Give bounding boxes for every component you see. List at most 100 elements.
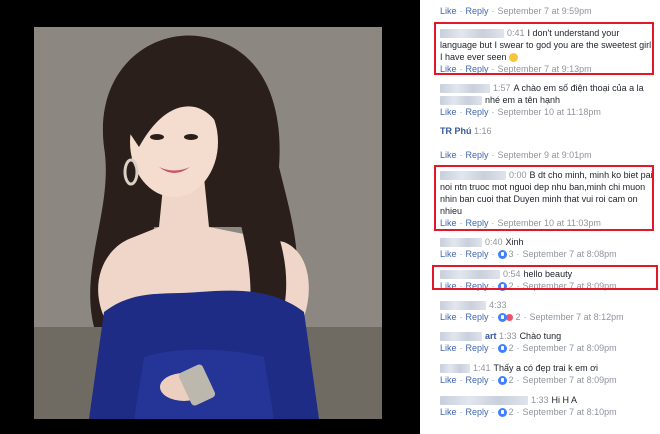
- separator-dot: ·: [491, 107, 495, 117]
- separator-dot: ·: [491, 249, 495, 259]
- comment-date[interactable]: September 7 at 8:12pm: [530, 312, 624, 322]
- comment-timestamp[interactable]: 1:33: [531, 395, 549, 405]
- comments-panel: Like · Reply · September 7 at 9:59pm 0:41 I d…: [420, 0, 660, 434]
- highlight-box: [432, 265, 658, 290]
- blurred-author-name[interactable]: [440, 396, 528, 406]
- comment-date[interactable]: September 7 at 8:09pm: [523, 375, 617, 385]
- comment-meta: Like · Reply · September 7 at 9:59pm: [440, 6, 655, 17]
- comment-meta: Like · Reply · 2 · September 7 at 8:10pm: [440, 407, 655, 418]
- comment-item: Like · Reply · September 7 at 9:59pm: [440, 6, 655, 17]
- like-reaction-icon: [497, 376, 507, 386]
- comment-timestamp[interactable]: 0:40: [485, 237, 503, 247]
- comment-item: 1:41 Thấy a có đẹp trai k em ơi Like · Repl…: [440, 362, 655, 386]
- separator-dot: ·: [459, 6, 463, 16]
- video-player[interactable]: [34, 27, 382, 419]
- comment-item: TR Phú 1:16 Like · Reply · September 9 at 9:…: [440, 125, 655, 161]
- reaction-count[interactable]: 2: [516, 312, 521, 322]
- like-link[interactable]: Like: [440, 343, 457, 353]
- separator-dot: ·: [491, 6, 495, 16]
- comment-text-continued: nhé em a tên hạnh: [485, 95, 561, 105]
- comment-timestamp[interactable]: 1:33: [499, 331, 517, 341]
- reply-link[interactable]: Reply: [466, 150, 489, 160]
- blurred-phone-number: [440, 96, 482, 106]
- comment-text: A chào em số điện thoại của a la: [513, 83, 644, 93]
- comment-item: 1:33 Hi H A Like · Reply · 2 · September 7 at 8…: [440, 394, 655, 418]
- like-link[interactable]: Like: [440, 107, 457, 117]
- reaction-count[interactable]: 3: [509, 249, 514, 259]
- like-reaction-icon: [497, 344, 507, 354]
- video-panel: [0, 0, 420, 434]
- like-reaction-icon: [497, 408, 507, 418]
- blurred-author-name[interactable]: [440, 84, 490, 94]
- comment-date[interactable]: September 7 at 8:09pm: [523, 343, 617, 353]
- reply-link[interactable]: Reply: [466, 343, 489, 353]
- separator-dot: ·: [459, 375, 463, 385]
- separator-dot: ·: [491, 150, 495, 160]
- comment-item: 4:33 Like · Reply · 2 · September 7 at 8:12pm: [440, 299, 655, 323]
- like-link[interactable]: Like: [440, 375, 457, 385]
- blurred-author-name[interactable]: [440, 364, 470, 374]
- comment-text: Chào tung: [519, 331, 562, 341]
- like-link[interactable]: Like: [440, 249, 457, 259]
- comment-item: 1:57 A chào em số điện thoại của a la nhé…: [440, 82, 655, 118]
- separator-dot: ·: [516, 343, 520, 353]
- comment-timestamp[interactable]: 1:57: [493, 83, 511, 93]
- separator-dot: ·: [491, 375, 495, 385]
- blurred-author-name[interactable]: [440, 238, 482, 248]
- comment-meta: Like · Reply · September 10 at 11:18pm: [440, 107, 655, 118]
- reaction-count[interactable]: 2: [509, 343, 514, 353]
- comment-timestamp[interactable]: 1:41: [473, 363, 491, 373]
- video-still-image: [34, 27, 382, 419]
- like-link[interactable]: Like: [440, 6, 457, 16]
- comment-text: Xinh: [505, 237, 524, 247]
- reply-link[interactable]: Reply: [466, 407, 489, 417]
- comment-date[interactable]: September 9 at 9:01pm: [498, 150, 592, 160]
- separator-dot: ·: [459, 150, 463, 160]
- separator-dot: ·: [491, 407, 495, 417]
- like-link[interactable]: Like: [440, 150, 457, 160]
- highlight-box: [434, 22, 654, 75]
- separator-dot: ·: [516, 407, 520, 417]
- comment-date[interactable]: September 7 at 8:08pm: [523, 249, 617, 259]
- comment-author[interactable]: TR Phú: [440, 126, 472, 136]
- reaction-count[interactable]: 2: [509, 375, 514, 385]
- like-reaction-icon: [497, 250, 507, 260]
- reply-link[interactable]: Reply: [466, 6, 489, 16]
- separator-dot: ·: [459, 249, 463, 259]
- comment-item: 0:40 Xinh Like · Reply · 3 · September 7 at 8:0…: [440, 236, 655, 260]
- comment-author[interactable]: art: [485, 331, 497, 341]
- comment-meta: Like · Reply · September 9 at 9:01pm: [440, 150, 655, 161]
- separator-dot: ·: [459, 343, 463, 353]
- comment-meta: Like · Reply · 3 · September 7 at 8:08pm: [440, 249, 655, 260]
- comment-item: art 1:33 Chào tung Like · Reply · 2 · September…: [440, 330, 655, 354]
- like-link[interactable]: Like: [440, 312, 457, 322]
- comment-meta: Like · Reply · 2 · September 7 at 8:09pm: [440, 343, 655, 354]
- reaction-count[interactable]: 2: [509, 407, 514, 417]
- blurred-author-name[interactable]: [440, 332, 482, 342]
- separator-dot: ·: [459, 407, 463, 417]
- separator-dot: ·: [523, 312, 527, 322]
- separator-dot: ·: [516, 375, 520, 385]
- comment-meta: Like · Reply · 2 · September 7 at 8:12pm: [440, 312, 655, 323]
- comment-timestamp[interactable]: 1:16: [474, 126, 492, 136]
- comment-text: Thấy a có đẹp trai k em ơi: [493, 363, 598, 373]
- comment-timestamp[interactable]: 4:33: [489, 300, 507, 310]
- separator-dot: ·: [491, 312, 495, 322]
- comment-date[interactable]: September 10 at 11:18pm: [498, 107, 601, 117]
- comment-date[interactable]: September 7 at 9:59pm: [498, 6, 592, 16]
- reply-link[interactable]: Reply: [466, 375, 489, 385]
- like-reaction-icon: [497, 313, 507, 323]
- separator-dot: ·: [459, 107, 463, 117]
- reply-link[interactable]: Reply: [466, 107, 489, 117]
- highlight-box: [434, 165, 654, 231]
- comment-meta: Like · Reply · 2 · September 7 at 8:09pm: [440, 375, 655, 386]
- comment-text: Hi H A: [551, 395, 578, 405]
- comment-date[interactable]: September 7 at 8:10pm: [523, 407, 617, 417]
- reply-link[interactable]: Reply: [466, 249, 489, 259]
- blurred-author-name[interactable]: [440, 301, 486, 311]
- separator-dot: ·: [516, 249, 520, 259]
- separator-dot: ·: [491, 343, 495, 353]
- separator-dot: ·: [459, 312, 463, 322]
- like-link[interactable]: Like: [440, 407, 457, 417]
- reply-link[interactable]: Reply: [466, 312, 489, 322]
